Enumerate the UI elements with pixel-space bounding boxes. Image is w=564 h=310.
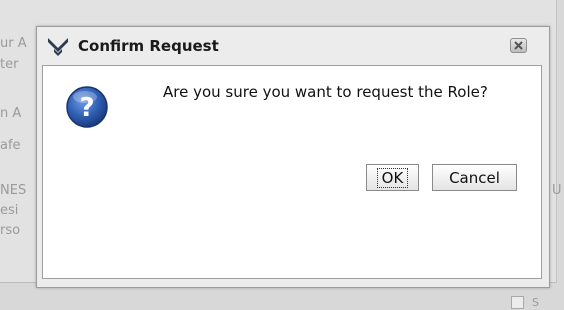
- confirm-request-dialog: Confirm Request ? Are you sure you want …: [36, 26, 550, 288]
- background-checkbox-label: S: [532, 296, 539, 309]
- background-text-right: U: [552, 183, 562, 198]
- ok-button-label: OK: [376, 167, 409, 188]
- svg-text:?: ?: [79, 93, 94, 123]
- background-text-line: NES: [0, 183, 27, 198]
- ok-button[interactable]: OK: [366, 164, 419, 191]
- dialog-title-bar[interactable]: Confirm Request: [37, 27, 549, 65]
- question-icon: ?: [65, 85, 109, 129]
- chevron-wings-icon: [47, 36, 69, 56]
- background-checkbox[interactable]: [511, 296, 524, 309]
- close-button[interactable]: [510, 38, 527, 53]
- dialog-content: ? Are you sure you want to request the R…: [42, 65, 542, 279]
- dialog-title: Confirm Request: [78, 37, 219, 55]
- background-text-line: esi: [0, 203, 19, 218]
- background-text-line: rso: [0, 223, 21, 238]
- background-text-line: n A: [0, 106, 22, 121]
- background-text-line: ter: [0, 57, 19, 72]
- background-text-line: ur A: [0, 36, 27, 51]
- confirmation-message: Are you sure you want to request the Rol…: [163, 83, 488, 101]
- close-icon: [514, 41, 523, 50]
- cancel-button[interactable]: Cancel: [432, 164, 517, 191]
- background-text-line: afe: [0, 138, 21, 153]
